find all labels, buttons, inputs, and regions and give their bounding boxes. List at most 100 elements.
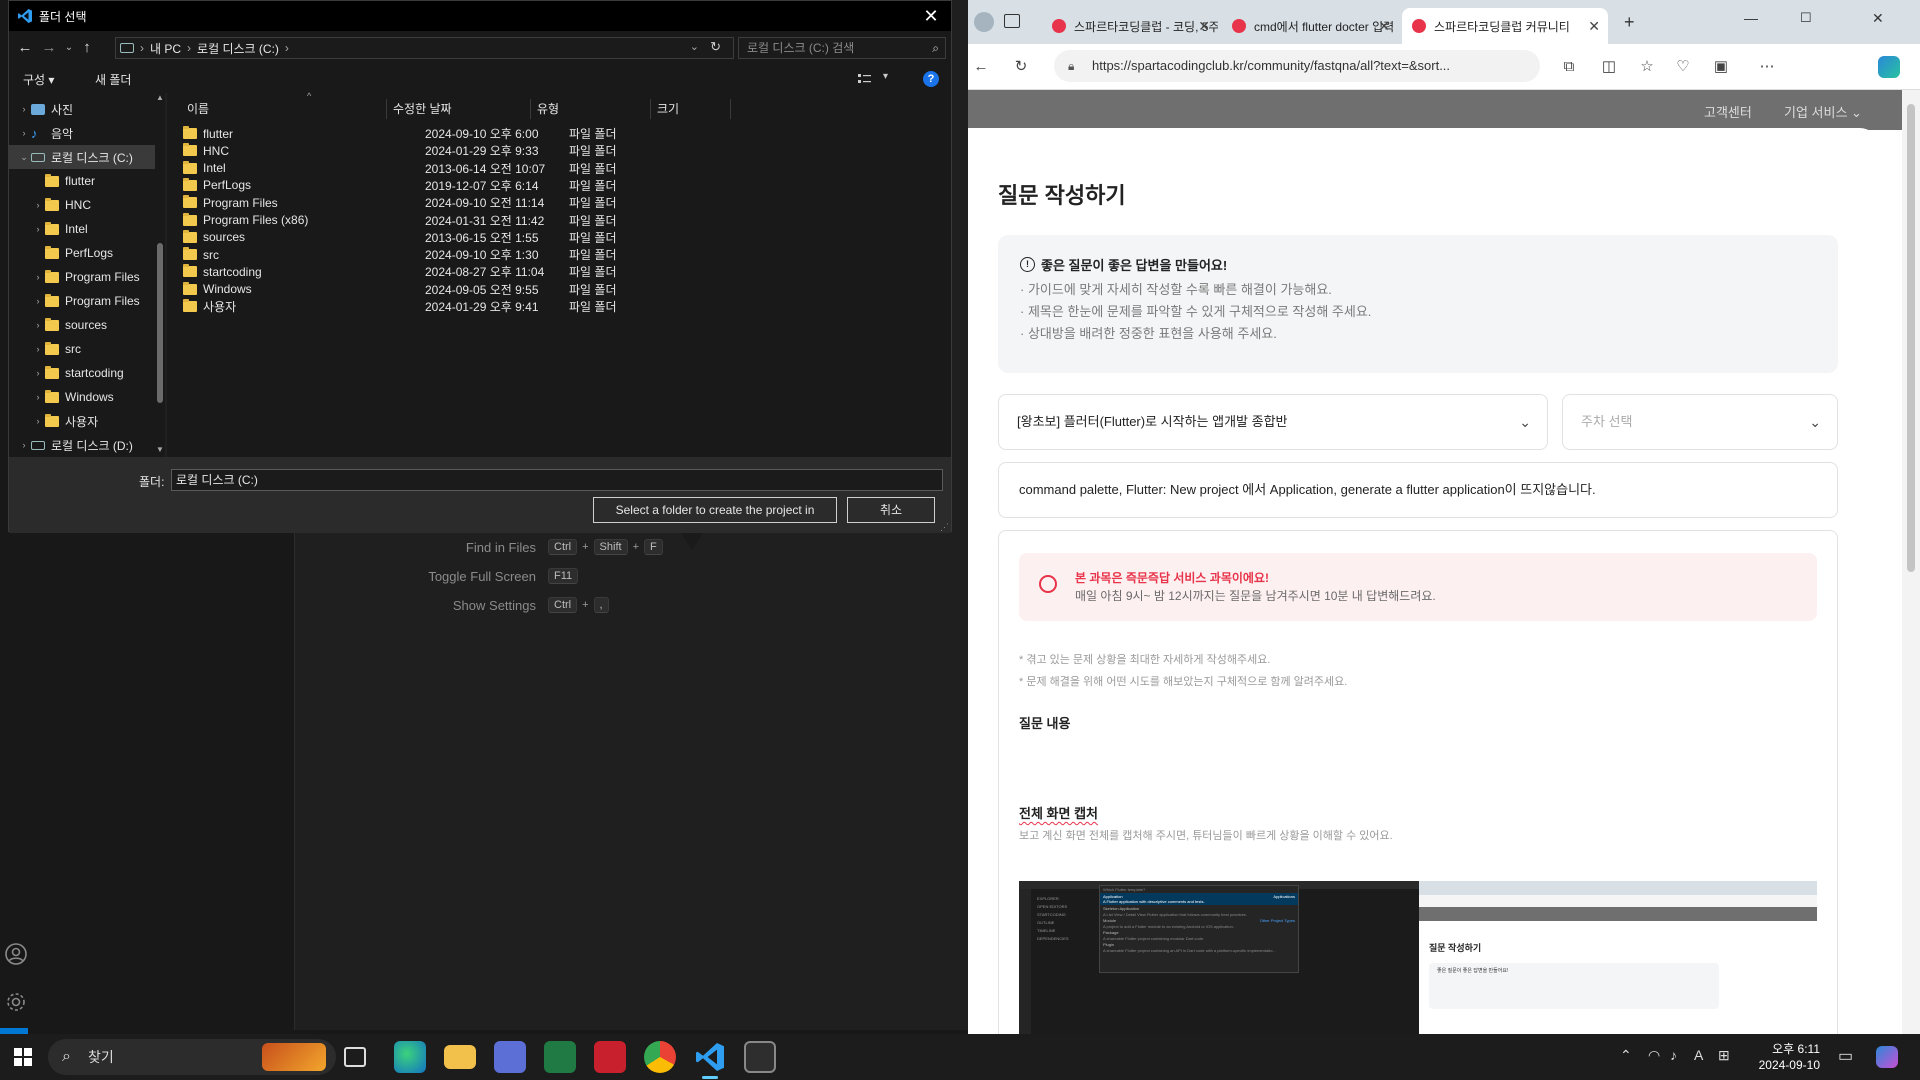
profile-avatar[interactable] [974, 12, 994, 32]
column-header-date[interactable]: 수정한 날짜 [387, 99, 531, 119]
collapse-chevron-icon[interactable]: › [31, 368, 45, 378]
collections-icon[interactable]: ▣ [1712, 58, 1730, 76]
course-select[interactable]: [왕초보] 플러터(Flutter)로 시작하는 앱개발 종합반 ⌄ [998, 394, 1548, 450]
chrome-icon[interactable] [644, 1041, 676, 1073]
store-icon[interactable] [494, 1041, 526, 1073]
search-input[interactable]: 로컬 디스크 (C:) 검색 ⌕ [738, 37, 946, 59]
volume-icon[interactable]: ♪ [1670, 1047, 1677, 1063]
tab-close-icon[interactable]: ✕ [1198, 18, 1210, 35]
terminal-icon[interactable] [744, 1041, 776, 1073]
shortcut-label[interactable]: Find in Files [296, 540, 536, 555]
tab-close-icon[interactable]: ✕ [1378, 18, 1390, 35]
collapse-chevron-icon[interactable]: › [31, 224, 45, 234]
collapse-chevron-icon[interactable]: › [17, 440, 31, 450]
organize-menu[interactable]: 구성 ▾ [23, 71, 54, 88]
ime-indicator-icon[interactable]: A [1694, 1047, 1703, 1063]
tab-close-icon[interactable]: ✕ [1588, 18, 1600, 35]
column-header-name[interactable]: 이름 [181, 99, 387, 119]
forward-button[interactable]: → [39, 39, 59, 57]
screen-capture-thumbnail[interactable]: EXPLORER OPEN EDITORS STARTCODING OUTLIN… [1019, 881, 1817, 1041]
page-scrollbar[interactable] [1902, 90, 1920, 1034]
browser-essentials-icon[interactable]: ♡ [1674, 58, 1692, 76]
address-dropdown-chevron-icon[interactable]: ⌄ [690, 40, 699, 53]
copilot-icon[interactable] [1878, 56, 1900, 78]
file-explorer-icon[interactable] [444, 1045, 476, 1069]
question-content-editor[interactable] [1019, 737, 1817, 787]
browser-tab[interactable]: 스파르타코딩클럽 - 코딩, 5주 ✕ [1042, 8, 1218, 44]
select-folder-button[interactable]: Select a folder to create the project in [593, 497, 837, 523]
window-close-icon[interactable]: ✕ [1872, 10, 1884, 27]
more-menu-icon[interactable]: ⋯ [1758, 58, 1776, 76]
hwp-icon[interactable] [594, 1041, 626, 1073]
view-dropdown-chevron-icon[interactable]: ▾ [883, 71, 888, 82]
taskbar-clock[interactable]: 오후 6:11 2024-09-10 [1740, 1041, 1820, 1073]
edge-icon[interactable] [394, 1041, 426, 1073]
scroll-up-icon[interactable]: ▲ [155, 93, 165, 102]
nav-item[interactable]: › src [9, 337, 157, 361]
back-button[interactable]: ← [15, 39, 35, 57]
split-screen-icon[interactable]: ◫ [1600, 58, 1618, 76]
nav-item[interactable]: › Intel [9, 217, 157, 241]
windows-start-icon[interactable] [14, 1048, 32, 1066]
view-options-icon[interactable] [857, 72, 873, 86]
dialog-close-button[interactable]: ✕ [917, 3, 945, 29]
show-hidden-icons-icon[interactable]: ⌃ [1620, 1047, 1632, 1064]
nav-item[interactable]: › Windows [9, 385, 157, 409]
account-icon[interactable] [4, 942, 28, 966]
nav-item[interactable]: › sources [9, 313, 157, 337]
nav-item[interactable]: › Program Files [9, 265, 157, 289]
shortcut-label[interactable]: Toggle Full Screen [296, 569, 536, 584]
page-scrollbar-thumb[interactable] [1907, 104, 1915, 572]
folder-input[interactable]: 로컬 디스크 (C:) [171, 469, 943, 491]
expand-chevron-icon[interactable]: ⌄ [17, 152, 31, 163]
collapse-chevron-icon[interactable]: › [31, 296, 45, 306]
nav-item[interactable]: › 사진 [9, 97, 157, 121]
breadcrumb-drive-c[interactable]: 로컬 디스크 (C:) [197, 40, 279, 57]
browser-tab[interactable]: cmd에서 flutter docter 입력 ✕ [1222, 8, 1398, 44]
browser-tab-active[interactable]: 스파르타코딩클럽 커뮤니티 ✕ [1402, 8, 1608, 44]
task-view-icon[interactable] [344, 1047, 366, 1067]
extensions-icon[interactable]: ⧉ [1560, 58, 1578, 76]
collapse-chevron-icon[interactable]: › [17, 104, 31, 114]
nav-item[interactable]: › ♪ 음악 [9, 121, 157, 145]
nav-item[interactable]: flutter [9, 169, 157, 193]
address-bar[interactable]: › 내 PC › 로컬 디스크 (C:) › ⌄ ↻ [115, 37, 734, 59]
collapse-chevron-icon[interactable]: › [31, 200, 45, 210]
column-header-size[interactable]: 크기 [651, 99, 731, 119]
customer-center-link[interactable]: 고객센터 [1704, 102, 1752, 121]
vscode-taskbar-icon[interactable] [694, 1041, 726, 1073]
new-tab-icon[interactable]: + [1624, 12, 1635, 33]
reload-icon[interactable]: ↻ [1012, 58, 1030, 76]
maximize-icon[interactable]: ☐ [1800, 10, 1812, 26]
cancel-button[interactable]: 취소 [847, 497, 935, 523]
help-icon[interactable]: ? [923, 71, 939, 87]
copilot-taskbar-icon[interactable] [1876, 1046, 1898, 1068]
url-bar[interactable]: 🔒︎ https://spartacodingclub.kr/community… [1054, 50, 1540, 82]
excel-icon[interactable] [544, 1041, 576, 1073]
collapse-chevron-icon[interactable]: › [31, 272, 45, 282]
recent-locations-chevron-icon[interactable]: ⌄ [59, 39, 79, 57]
resize-grip-icon[interactable]: ⋰ [940, 522, 949, 533]
nav-item[interactable]: ⌄ 로컬 디스크 (C:) [9, 145, 157, 169]
scroll-down-icon[interactable]: ▼ [155, 445, 165, 454]
shortcut-label[interactable]: Show Settings [296, 598, 536, 613]
nav-item[interactable]: › startcoding [9, 361, 157, 385]
back-icon[interactable]: ← [972, 58, 990, 76]
new-folder-button[interactable]: 새 폴더 [95, 71, 131, 88]
favorites-icon[interactable]: ☆ [1638, 58, 1656, 76]
up-button[interactable]: ↑ [77, 39, 97, 57]
column-header-type[interactable]: 유형 [531, 99, 651, 119]
notifications-icon[interactable]: ▭ [1838, 1046, 1853, 1066]
wifi-icon[interactable]: ◠ [1648, 1047, 1660, 1064]
tab-actions-icon[interactable] [1004, 14, 1020, 28]
collapse-chevron-icon[interactable]: › [31, 344, 45, 354]
enterprise-service-link[interactable]: 기업 서비스 ⌄ [1784, 102, 1862, 121]
collapse-chevron-icon[interactable]: › [31, 392, 45, 402]
refresh-icon[interactable]: ↻ [710, 39, 721, 55]
collapse-chevron-icon[interactable]: › [31, 320, 45, 330]
week-select[interactable]: 주차 선택 ⌄ [1562, 394, 1838, 450]
gear-icon[interactable] [4, 990, 28, 1014]
file-row[interactable]: 사용자 2024-01-29 오후 9:41 파일 폴더 [183, 296, 743, 317]
nav-item[interactable]: PerfLogs [9, 241, 157, 265]
breadcrumb-this-pc[interactable]: 내 PC [150, 40, 181, 57]
